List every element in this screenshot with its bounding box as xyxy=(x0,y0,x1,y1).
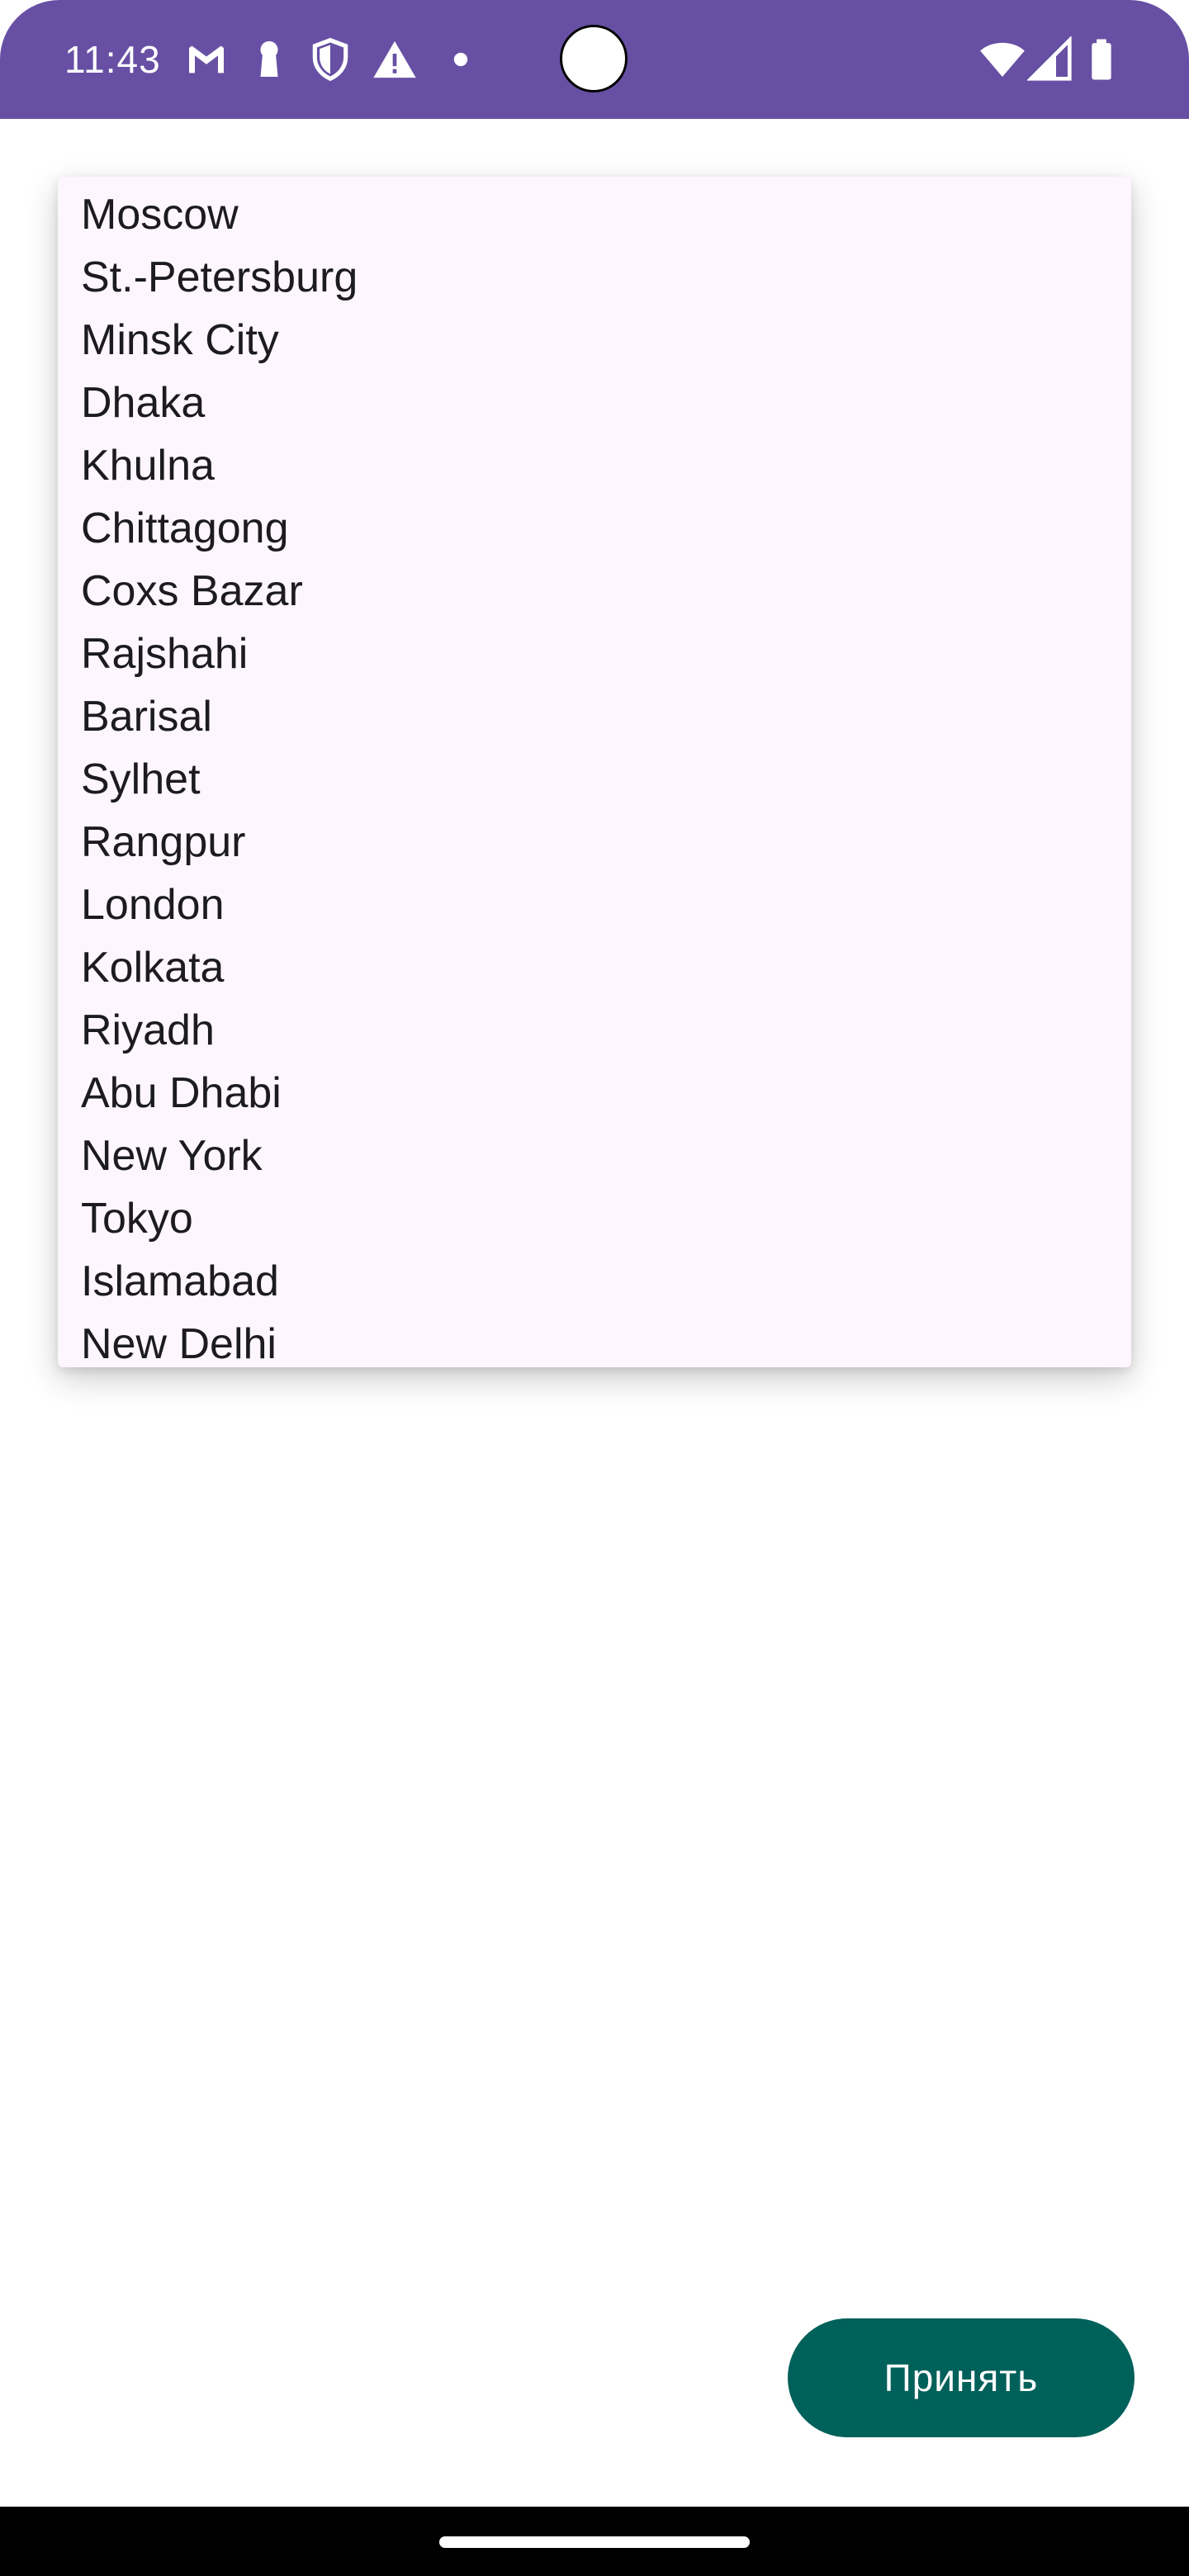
city-option[interactable]: London xyxy=(58,874,1131,936)
warning-icon xyxy=(373,40,416,78)
city-option[interactable]: Barisal xyxy=(58,685,1131,748)
city-option[interactable]: Islamabad xyxy=(58,1250,1131,1313)
city-option[interactable]: Minsk City xyxy=(58,309,1131,372)
wifi-icon xyxy=(980,42,1025,77)
city-option[interactable]: Chittagong xyxy=(58,497,1131,560)
city-option[interactable]: New York xyxy=(58,1125,1131,1187)
status-bar: 11:43 xyxy=(0,0,1189,119)
city-option[interactable]: Riyadh xyxy=(58,999,1131,1062)
battery-icon xyxy=(1092,39,1111,80)
keyhole-icon xyxy=(260,40,278,77)
city-option[interactable]: Dhaka xyxy=(58,372,1131,434)
city-list: Moscow St.-Petersburg Minsk City Dhaka K… xyxy=(58,177,1131,1367)
cell-signal-icon xyxy=(1027,36,1072,81)
city-option[interactable]: Tokyo xyxy=(58,1187,1131,1250)
city-option[interactable]: Coxs Bazar xyxy=(58,560,1131,623)
shield-icon xyxy=(312,37,348,82)
gmail-icon xyxy=(189,45,224,73)
city-option[interactable]: Kolkata xyxy=(58,936,1131,999)
city-option[interactable]: Abu Dhabi xyxy=(58,1062,1131,1125)
city-option[interactable]: Rangpur xyxy=(58,811,1131,874)
status-time: 11:43 xyxy=(64,38,161,81)
accept-button[interactable]: Принять xyxy=(788,2318,1135,2437)
city-option[interactable]: Rajshahi xyxy=(58,623,1131,685)
dot-icon xyxy=(453,52,468,67)
navigation-bar xyxy=(0,2507,1189,2576)
home-handle[interactable] xyxy=(439,2536,750,2548)
city-option[interactable]: Khulna xyxy=(58,434,1131,497)
city-option[interactable]: Sylhet xyxy=(58,748,1131,811)
city-option[interactable]: Moscow xyxy=(58,183,1131,246)
city-option[interactable]: New Delhi xyxy=(58,1313,1131,1367)
camera-cutout xyxy=(560,25,628,92)
city-dropdown-menu[interactable]: Moscow St.-Petersburg Minsk City Dhaka K… xyxy=(58,177,1131,1367)
city-option[interactable]: St.-Petersburg xyxy=(58,246,1131,309)
